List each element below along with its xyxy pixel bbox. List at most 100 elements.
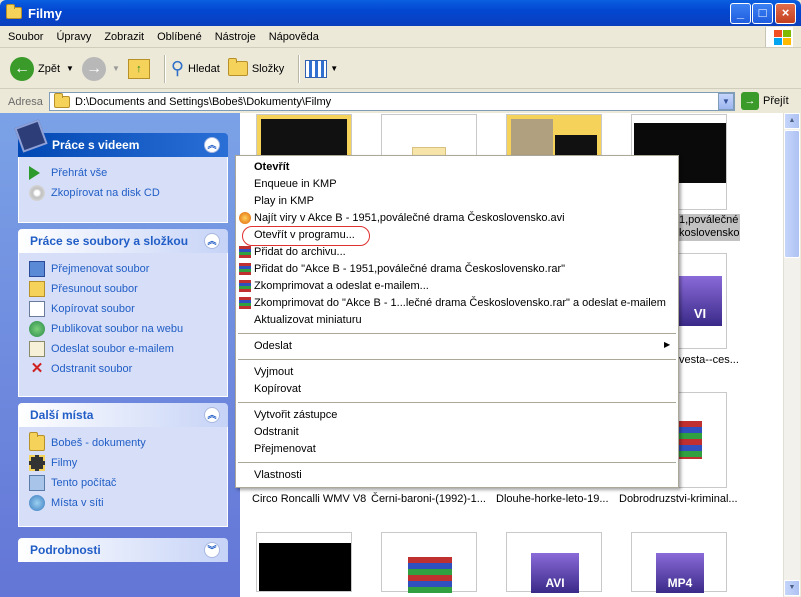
address-input[interactable]: D:\Documents and Settings\Bobeš\Dokument… xyxy=(49,92,735,111)
place-network-link[interactable]: Místa v síti xyxy=(29,493,217,513)
collapse-icon[interactable]: ︽ xyxy=(204,137,220,153)
file-thumbnail[interactable] xyxy=(381,532,477,593)
menu-napoveda[interactable]: Nápověda xyxy=(269,31,319,43)
video-file-icon: MP4 xyxy=(656,553,704,593)
submenu-arrow-icon: ▶ xyxy=(664,340,671,349)
place-filmy-label: Filmy xyxy=(51,457,78,469)
address-dropdown-button[interactable]: ▼ xyxy=(718,93,734,110)
folder-icon xyxy=(6,4,22,19)
email-file-label: Odeslat soubor e-mailem xyxy=(51,343,174,355)
chevron-down-icon[interactable]: ▼ xyxy=(66,64,74,73)
menu-properties[interactable]: Vlastnosti xyxy=(254,469,302,481)
file-tasks-panel: Práce se soubory a složkou ︽ Přejmenovat… xyxy=(18,229,228,397)
menu-create-shortcut[interactable]: Vytvořit zástupce xyxy=(254,409,337,421)
back-button[interactable]: ← Zpět ▼ xyxy=(10,56,74,81)
thumbnail-preview xyxy=(511,119,553,159)
file-thumbnail[interactable]: AVI xyxy=(506,532,602,593)
go-button[interactable]: → Přejít xyxy=(741,92,789,110)
menu-play-kmp[interactable]: Play in KMP xyxy=(254,195,314,207)
collapse-icon[interactable]: ︽ xyxy=(204,407,220,423)
play-all-link[interactable]: Přehrát vše xyxy=(29,163,217,183)
menu-cut[interactable]: Vyjmout xyxy=(254,366,293,378)
rename-file-link[interactable]: Přejmenovat soubor xyxy=(29,259,217,279)
winrar-icon xyxy=(239,263,251,275)
delete-x-icon: ✕ xyxy=(30,360,44,377)
file-name[interactable]: Dobrodruzstvi-kriminal... xyxy=(619,493,738,505)
copy-file-link[interactable]: Kopírovat soubor xyxy=(29,299,217,319)
address-label: Adresa xyxy=(8,95,43,108)
windows-logo-icon xyxy=(765,27,793,47)
file-thumbnail[interactable]: MP4 xyxy=(631,532,727,593)
menu-enqueue-kmp[interactable]: Enqueue in KMP xyxy=(254,178,337,190)
search-button[interactable]: ⚲ Hledat xyxy=(171,58,220,79)
chevron-down-icon[interactable]: ▼ xyxy=(112,64,120,73)
selected-file-name[interactable]: 1,poválečné koslovensko xyxy=(679,214,740,241)
move-file-link[interactable]: Přesunout soubor xyxy=(29,279,217,299)
forward-button[interactable]: → ▼ xyxy=(81,56,120,81)
video-tasks-header[interactable]: Práce s videem ︽ xyxy=(14,119,228,157)
forward-arrow-icon: → xyxy=(81,56,106,81)
folders-button[interactable]: Složky xyxy=(227,58,284,76)
file-thumbnail[interactable] xyxy=(256,532,352,592)
menu-zobrazit[interactable]: Zobrazit xyxy=(104,31,144,43)
vertical-scrollbar[interactable]: ▲ ▼ xyxy=(783,113,800,597)
copy-to-cd-link[interactable]: Zkopírovat na disk CD xyxy=(29,183,217,203)
selected-file-name-line2: koslovensko xyxy=(679,227,740,239)
menu-update-thumbnail[interactable]: Aktualizovat miniaturu xyxy=(254,314,362,326)
menu-delete[interactable]: Odstranit xyxy=(254,426,299,438)
menu-send-to[interactable]: Odeslat xyxy=(254,340,292,352)
delete-file-link[interactable]: ✕ Odstranit soubor xyxy=(29,359,217,379)
file-name[interactable]: Circo Roncalli WMV V8 xyxy=(252,493,366,505)
details-title: Podrobnosti xyxy=(30,543,101,557)
place-computer-link[interactable]: Tento počítač xyxy=(29,473,217,493)
menu-compress-email[interactable]: Zkomprimovat a odeslat e-mailem... xyxy=(254,280,429,292)
menu-add-to-rar[interactable]: Přidat do "Akce B - 1951,poválečné drama… xyxy=(254,263,565,275)
file-tasks-header[interactable]: Práce se soubory a složkou ︽ xyxy=(18,229,228,253)
email-file-link[interactable]: Odeslat soubor e-mailem xyxy=(29,339,217,359)
selected-file-name-line1: 1,poválečné xyxy=(679,214,739,226)
file-name[interactable]: Černi-baroni-(1992)-1... xyxy=(371,493,486,505)
scroll-up-arrow-icon[interactable]: ▲ xyxy=(784,113,800,129)
menu-upravy[interactable]: Úpravy xyxy=(56,31,91,43)
publish-web-label: Publikovat soubor na webu xyxy=(51,323,184,335)
rename-file-label: Přejmenovat soubor xyxy=(51,263,150,275)
context-menu: Otevřít Enqueue in KMP Play in KMP Najít… xyxy=(235,155,679,488)
search-icon: ⚲ xyxy=(170,58,185,78)
menu-oblibene[interactable]: Oblíbené xyxy=(157,31,202,43)
move-file-label: Přesunout soubor xyxy=(51,283,138,295)
place-network-label: Místa v síti xyxy=(51,497,104,509)
place-filmy-link[interactable]: Filmy xyxy=(29,453,217,473)
menu-compress-to-rar-email[interactable]: Zkomprimovat do "Akce B - 1...lečné dram… xyxy=(254,297,666,309)
address-path: D:\Documents and Settings\Bobeš\Dokument… xyxy=(75,95,332,108)
minimize-button[interactable]: _ xyxy=(730,3,751,24)
back-label: Zpět xyxy=(38,62,61,75)
menu-nastroje[interactable]: Nástroje xyxy=(215,31,256,43)
views-button[interactable]: ▼ xyxy=(305,59,338,78)
place-computer-label: Tento počítač xyxy=(51,477,117,489)
chevron-down-icon[interactable]: ▼ xyxy=(330,64,338,73)
menu-scan-viruses[interactable]: Najít viry v Akce B - 1951,poválečné dra… xyxy=(254,212,565,224)
up-folder-button[interactable]: ↑ xyxy=(127,58,150,79)
video-file-icon: VI xyxy=(678,276,722,326)
file-tasks-body: Přejmenovat soubor Přesunout soubor Kopí… xyxy=(18,253,228,397)
file-name[interactable]: Dlouhe-horke-leto-19... xyxy=(496,493,609,505)
menu-soubor[interactable]: Soubor xyxy=(8,31,43,43)
expand-icon[interactable]: ︾ xyxy=(204,542,220,558)
menu-open[interactable]: Otevřít xyxy=(254,161,289,173)
menu-copy[interactable]: Kopírovat xyxy=(254,383,301,395)
scroll-thumb[interactable] xyxy=(784,130,800,258)
menu-add-archive[interactable]: Přidat do archivu... xyxy=(254,246,346,258)
collapse-icon[interactable]: ︽ xyxy=(204,233,220,249)
other-places-title: Další místa xyxy=(30,408,94,422)
details-panel: Podrobnosti ︾ xyxy=(18,538,228,562)
close-button[interactable]: × xyxy=(775,3,796,24)
maximize-button[interactable]: □ xyxy=(752,3,773,24)
scroll-down-arrow-icon[interactable]: ▼ xyxy=(784,580,800,596)
details-header[interactable]: Podrobnosti ︾ xyxy=(18,538,228,562)
highlight-circle xyxy=(242,226,370,246)
file-name[interactable]: vesta--ces... xyxy=(679,354,739,366)
place-documents-link[interactable]: Bobeš - dokumenty xyxy=(29,432,217,453)
publish-web-link[interactable]: Publikovat soubor na webu xyxy=(29,319,217,339)
menu-rename[interactable]: Přejmenovat xyxy=(254,443,316,455)
other-places-header[interactable]: Další místa ︽ xyxy=(18,403,228,427)
